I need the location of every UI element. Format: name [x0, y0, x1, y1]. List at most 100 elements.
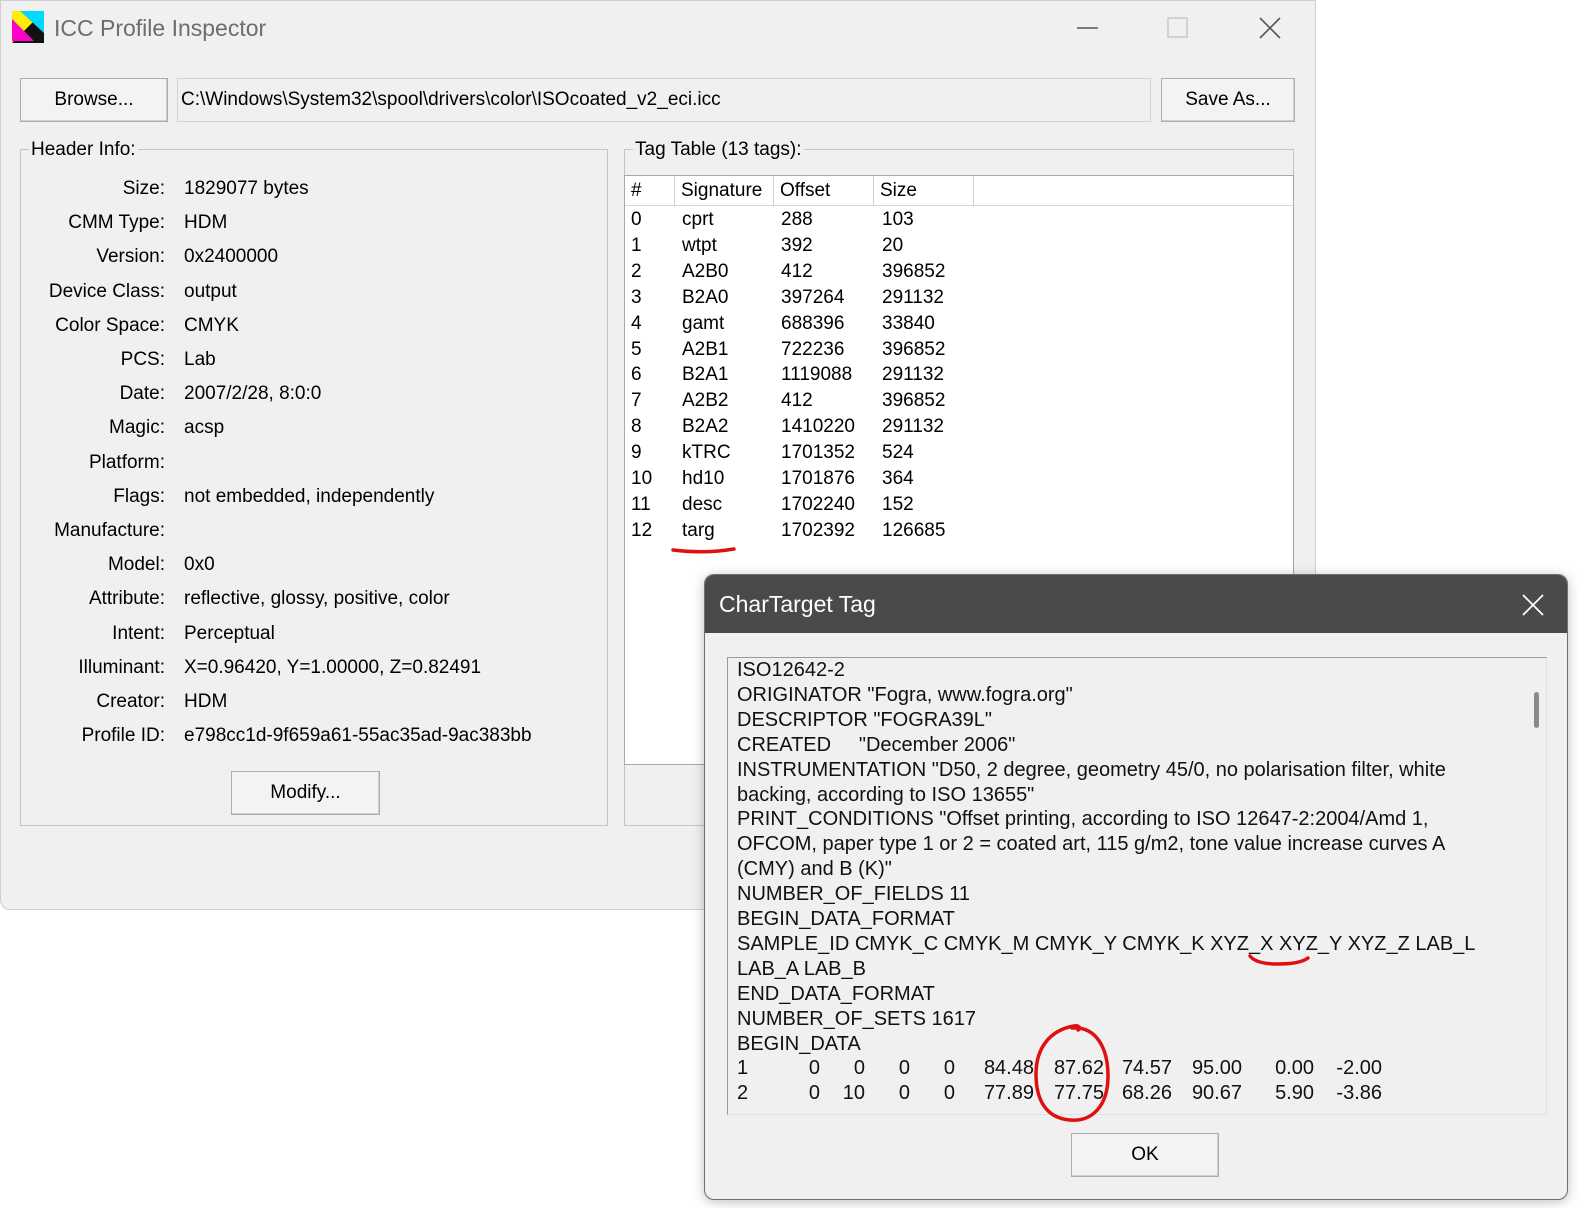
tag-offset: 1701352 [781, 442, 855, 464]
tag-index: 12 [631, 519, 653, 541]
text-line: ISO12642-2 [737, 659, 845, 681]
text-line: DESCRIPTOR "FOGRA39L" [737, 708, 992, 731]
tag-table-header: # Signature Offset Size [625, 176, 1293, 206]
tag-offset: 1702392 [781, 519, 855, 541]
data-cell: 0 [943, 1057, 955, 1080]
data-cell: 77.89 [983, 1082, 1034, 1105]
table-row[interactable]: 1 wtpt 392 20 [625, 235, 1293, 261]
tag-size: 291132 [882, 416, 944, 438]
header-field-label: Device Class: [48, 280, 165, 302]
header-field-value: 0x2400000 [184, 246, 279, 268]
tag-offset: 722236 [781, 338, 845, 360]
table-row[interactable]: 7 A2B2 412 396852 [625, 390, 1293, 416]
text-line: CREATED "December 2006" [737, 733, 1016, 756]
table-row[interactable]: 9 kTRC 1701352 524 [625, 442, 1293, 468]
tag-index: 4 [631, 312, 642, 334]
header-field-label: Profile ID: [81, 725, 165, 747]
minimize-icon[interactable] [1065, 7, 1111, 49]
header-field-label: Illuminant: [78, 656, 165, 678]
data-cell: 10 [842, 1082, 865, 1105]
tag-size: 396852 [882, 390, 946, 412]
text-line: backing, according to ISO 13655" [737, 783, 1035, 806]
header-field-label: Platform: [88, 451, 165, 473]
data-row: 2 0 10 0 0 77.89 77.75 68.26 90.67 5.90 -3.86 [737, 1082, 1397, 1107]
save-as-button[interactable]: Save As... [1161, 78, 1295, 122]
header-field-row: Magic: acsp [21, 417, 601, 443]
tag-offset: 1701876 [781, 468, 855, 489]
text-line: ORIGINATOR "Fogra, www.fogra.org" [737, 683, 1073, 706]
tag-signature: wtpt [682, 234, 717, 256]
close-icon[interactable] [1247, 7, 1293, 49]
text-area-scrollbar[interactable] [1526, 658, 1546, 1114]
header-field-row: PCS: Lab [21, 349, 601, 375]
table-row[interactable]: 8 B2A2 1410220 291132 [625, 416, 1293, 442]
data-cell: 68.26 [1121, 1082, 1172, 1105]
maximize-icon[interactable] [1155, 7, 1201, 49]
tag-size: 20 [882, 234, 904, 256]
scrollbar-thumb[interactable] [1534, 692, 1539, 728]
data-cell: 87.62 [1053, 1057, 1104, 1080]
tag-signature: B2A0 [682, 286, 729, 308]
tag-size: 33840 [882, 312, 935, 334]
tag-size: 396852 [882, 338, 946, 360]
data-cell: 1 [737, 1057, 749, 1080]
text-line: NUMBER_OF_FIELDS 11 [737, 883, 971, 906]
tag-signature: A2B1 [682, 338, 729, 360]
header-field-label: Magic: [109, 417, 165, 439]
header-field-value: e798cc1d-9f659a61-55ac35ad-9ac383bb [184, 725, 532, 747]
header-field-value: X=0.96420, Y=1.00000, Z=0.82491 [184, 656, 482, 678]
browse-button[interactable]: Browse... [20, 78, 168, 122]
text-line: PRINT_CONDITIONS "Offset printing, accor… [737, 808, 1429, 831]
header-field-label: Model: [107, 554, 165, 576]
tag-index: 1 [631, 234, 642, 256]
header-field-row: Platform: [21, 452, 601, 478]
tag-signature: hd10 [682, 468, 725, 489]
header-field-value: HDM [184, 691, 228, 712]
dialog-close-icon[interactable] [1511, 585, 1555, 625]
data-cell: 2 [737, 1082, 749, 1105]
tag-size: 103 [882, 209, 914, 230]
header-field-value: acsp [184, 417, 225, 439]
chartarget-text-area[interactable]: ISO12642-2 ORIGINATOR "Fogra, www.fogra.o… [727, 657, 1547, 1115]
text-line: BEGIN_DATA_FORMAT [737, 908, 955, 930]
table-row[interactable]: 5 A2B1 722236 396852 [625, 339, 1293, 365]
table-row[interactable]: 0 cprt 288 103 [625, 209, 1293, 235]
dialog-title: CharTarget Tag [719, 591, 876, 617]
table-row[interactable]: 3 B2A0 397264 291132 [625, 287, 1293, 313]
column-header-signature[interactable]: Signature [675, 176, 774, 206]
tag-signature: cprt [682, 209, 714, 230]
table-row[interactable]: 10 hd10 1701876 364 [625, 468, 1293, 494]
column-header-number[interactable]: # [625, 176, 675, 206]
data-cell: 0 [898, 1082, 910, 1105]
file-path-field[interactable]: C:\Windows\System32\spool\drivers\color\… [177, 78, 1151, 122]
modify-button[interactable]: Modify... [231, 771, 380, 815]
table-row[interactable]: 12 targ 1702392 126685 [625, 520, 1293, 546]
header-field-value: 1829077 bytes [184, 178, 309, 199]
data-cell: 0 [943, 1082, 955, 1105]
data-row: 1 0 0 0 0 84.48 87.62 74.57 95.00 0.00 -2.00 [737, 1057, 1397, 1082]
tag-size: 126685 [882, 519, 946, 541]
header-field-row: Profile ID: e798cc1d-9f659a61-55ac35ad-9a… [21, 725, 601, 751]
tag-size: 524 [882, 442, 914, 464]
column-header-size[interactable]: Size [874, 176, 974, 206]
header-field-row: Version: 0x2400000 [21, 246, 601, 272]
data-cell: 84.48 [983, 1057, 1034, 1080]
table-row[interactable]: 6 B2A1 1119088 291132 [625, 364, 1293, 390]
tag-size: 291132 [882, 364, 944, 386]
header-field-row: Attribute: reflective, glossy, positive, … [21, 588, 601, 614]
header-field-label: Size: [122, 178, 165, 199]
window-title: ICC Profile Inspector [54, 15, 267, 41]
tag-table-title: Tag Table (13 tags): [633, 139, 804, 161]
tag-offset: 412 [781, 260, 813, 282]
column-header-offset[interactable]: Offset [774, 176, 874, 206]
header-field-row: Model: 0x0 [21, 554, 601, 580]
header-field-row: Device Class: output [21, 281, 601, 307]
table-row[interactable]: 11 desc 1702240 152 [625, 494, 1293, 520]
table-row[interactable]: 2 A2B0 412 396852 [625, 261, 1293, 287]
ok-button[interactable]: OK [1071, 1133, 1219, 1177]
header-field-label: Manufacture: [54, 520, 165, 541]
tag-index: 3 [631, 286, 642, 308]
tag-signature: desc [682, 493, 723, 515]
table-row[interactable]: 4 gamt 688396 33840 [625, 313, 1293, 339]
text-line: OFCOM, paper type 1 or 2 = coated art, 1… [737, 833, 1446, 856]
